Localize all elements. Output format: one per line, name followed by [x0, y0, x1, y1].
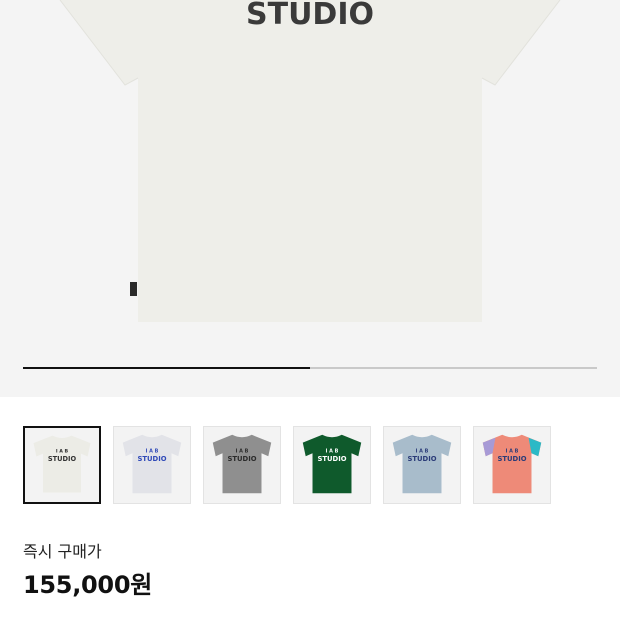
hero-brand-print: STUDIO — [246, 0, 374, 32]
tshirt-thumbnail-icon: I A BSTUDIO — [302, 434, 362, 494]
thumb-brand-letters: I A B — [506, 448, 519, 454]
tshirt-body — [302, 434, 362, 494]
thumb-brand-studio: STUDIO — [407, 455, 436, 463]
thumb-brand-studio: STUDIO — [497, 455, 526, 463]
thumb-brand-studio: STUDIO — [137, 455, 166, 463]
product-image-carousel[interactable]: STUDIO — [0, 0, 620, 397]
tshirt-thumbnail-icon: I A BSTUDIO — [482, 434, 542, 494]
tshirt-body — [122, 434, 182, 494]
thumb-brand-letters: I A B — [56, 449, 69, 455]
instant-buy-price-label: 즉시 구매가 — [23, 542, 102, 561]
clothing-tag-icon — [130, 282, 137, 296]
tshirt-thumbnail-icon: I A BSTUDIO — [122, 434, 182, 494]
tshirt-thumbnail-icon: I A BSTUDIO — [212, 434, 272, 494]
color-thumbnail-1[interactable]: I A B STUDIO — [23, 426, 101, 504]
color-thumbnail-2[interactable]: I A B STUDIO — [113, 426, 191, 504]
tshirt-thumbnail-icon: I A BSTUDIO — [33, 435, 91, 493]
carousel-progress-bar — [23, 367, 597, 369]
carousel-progress-fill — [23, 367, 310, 369]
tshirt-body — [212, 434, 272, 494]
tshirt-main-image: STUDIO — [59, 0, 561, 322]
thumb-brand-studio: STUDIO — [317, 455, 346, 463]
thumb-brand-letters: I A B — [326, 448, 339, 454]
color-thumbnail-list: I A B STUDIO I A B STUDIO I A B STUDIO I A B ST… — [23, 426, 551, 504]
thumb-brand-studio: STUDIO — [48, 455, 77, 463]
color-thumbnail-3[interactable]: I A B STUDIO — [203, 426, 281, 504]
tshirt-body — [33, 435, 91, 493]
thumb-brand-letters: I A B — [236, 448, 249, 454]
color-thumbnail-5[interactable]: I A B STUDIO — [383, 426, 461, 504]
thumb-brand-letters: I A B — [146, 448, 159, 454]
thumb-brand-studio: STUDIO — [227, 455, 256, 463]
tshirt-thumbnail-icon: I A BSTUDIO — [392, 434, 452, 494]
instant-buy-price-value: 155,000원 — [23, 571, 152, 599]
tshirt-body — [392, 434, 452, 494]
thumb-brand-letters: I A B — [416, 448, 429, 454]
color-thumbnail-6[interactable]: I A B STUDIO — [473, 426, 551, 504]
color-thumbnail-4[interactable]: I A B STUDIO — [293, 426, 371, 504]
